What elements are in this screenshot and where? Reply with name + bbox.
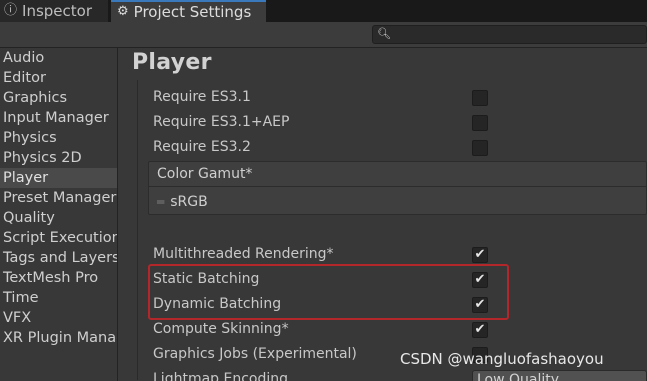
- sidebar-item-script-execution[interactable]: Script Execution: [0, 228, 117, 248]
- tab-project-settings-label: Project Settings: [133, 3, 252, 21]
- graphics-jobs-label: Graphics Jobs (Experimental): [153, 346, 357, 362]
- info-icon: ⓘ: [4, 3, 18, 18]
- require-es31-aep-label: Require ES3.1+AEP: [153, 114, 290, 130]
- color-gamut-item-label: sRGB: [170, 194, 208, 210]
- search-icon: 🔍︎: [377, 27, 391, 40]
- color-gamut-item[interactable]: ═ sRGB: [157, 191, 208, 213]
- gear-icon: ⚙: [117, 4, 129, 19]
- sidebar-item-audio[interactable]: Audio: [0, 48, 117, 68]
- window-tab-bar: ⓘ Inspector ⚙ Project Settings: [0, 0, 647, 22]
- indent-guide-divider: [137, 80, 138, 380]
- require-es31-checkbox[interactable]: [472, 90, 488, 106]
- require-es32-checkbox[interactable]: [472, 140, 488, 156]
- tab-inspector[interactable]: ⓘ Inspector: [0, 0, 108, 22]
- sidebar-item-time[interactable]: Time: [0, 288, 117, 308]
- toolbar: 🔍︎: [0, 22, 647, 48]
- compute-skinning-checkbox[interactable]: ✔: [472, 322, 488, 338]
- sidebar-item-player[interactable]: Player: [0, 168, 117, 188]
- sidebar-item-quality[interactable]: Quality: [0, 208, 117, 228]
- page-title: Player: [132, 50, 212, 75]
- watermark: CSDN @wangluofashaoyou: [400, 350, 604, 368]
- lightmap-encoding-label: Lightmap Encoding: [153, 371, 289, 381]
- tab-inspector-label: Inspector: [22, 2, 92, 20]
- sidebar-item-textmesh-pro[interactable]: TextMesh Pro: [0, 268, 117, 288]
- color-gamut-list: Color Gamut* ═ sRGB: [148, 161, 647, 215]
- compute-skinning-label: Compute Skinning*: [153, 321, 289, 337]
- drag-handle-icon[interactable]: ═: [157, 195, 164, 209]
- color-gamut-header: Color Gamut*: [149, 162, 646, 187]
- batching-highlight-box: [148, 264, 509, 320]
- sidebar-item-tags-and-layers[interactable]: Tags and Layers: [0, 248, 117, 268]
- require-es32-label: Require ES3.2: [153, 139, 251, 155]
- sidebar-item-xr-plugin-management[interactable]: XR Plugin Management: [0, 328, 117, 348]
- sidebar-item-preset-manager[interactable]: Preset Manager: [0, 188, 117, 208]
- sidebar-item-physics[interactable]: Physics: [0, 128, 117, 148]
- sidebar-item-editor[interactable]: Editor: [0, 68, 117, 88]
- search-input[interactable]: 🔍︎: [372, 25, 647, 44]
- sidebar-item-physics-2d[interactable]: Physics 2D: [0, 148, 117, 168]
- require-es31-aep-checkbox[interactable]: [472, 115, 488, 131]
- tab-project-settings[interactable]: ⚙ Project Settings: [111, 0, 266, 22]
- require-es31-label: Require ES3.1: [153, 89, 251, 105]
- sidebar-item-input-manager[interactable]: Input Manager: [0, 108, 117, 128]
- settings-sidebar: Audio Editor Graphics Input Manager Phys…: [0, 48, 118, 381]
- multithreaded-rendering-checkbox[interactable]: ✔: [472, 247, 488, 263]
- multithreaded-rendering-label: Multithreaded Rendering*: [153, 246, 334, 262]
- player-settings-panel: Player Require ES3.1 Require ES3.1+AEP R…: [119, 48, 647, 381]
- sidebar-item-vfx[interactable]: VFX: [0, 308, 117, 328]
- sidebar-item-graphics[interactable]: Graphics: [0, 88, 117, 108]
- lightmap-encoding-dropdown[interactable]: Low Quality: [472, 370, 647, 381]
